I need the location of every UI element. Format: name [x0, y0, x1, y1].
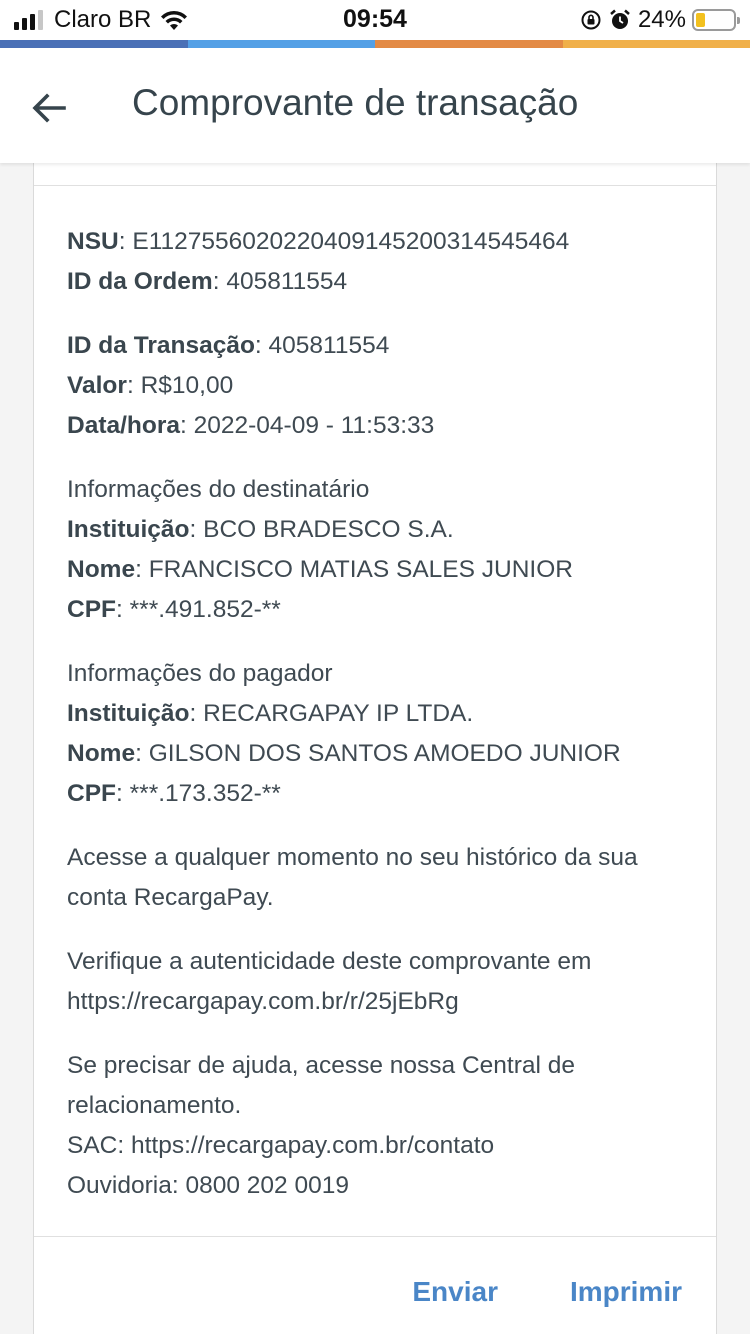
sac-contact[interactable]: SAC: https://recargapay.com.br/contato: [67, 1126, 687, 1166]
nsu-label: NSU: [67, 228, 119, 255]
payer-heading: Informações do pagador: [67, 660, 333, 687]
battery-icon: [692, 9, 740, 31]
order-id-value: 405811554: [226, 268, 348, 295]
payer-name-value: GILSON DOS SANTOS AMOEDO JUNIOR: [148, 740, 621, 767]
transaction-section: ID da Transação: 405811554 Valor: R$10,0…: [67, 326, 687, 446]
transaction-id-value: 405811554: [268, 332, 390, 359]
payer-institution-row: Instituição: RECARGAPAY IP LTDA.: [67, 700, 474, 727]
datetime-label: Data/hora: [67, 412, 181, 439]
value-label: Valor: [67, 372, 127, 399]
battery-fill: [696, 13, 705, 27]
datetime-value: 2022-04-09 - 11:53:33: [193, 412, 435, 439]
recipient-institution-value: BCO BRADESCO S.A.: [203, 516, 454, 543]
recipient-name-label: Nome: [67, 556, 136, 583]
recipient-cpf-row: CPF: ***.491.852-**: [67, 596, 281, 623]
verification-section: Verifique a autenticidade deste comprova…: [67, 942, 687, 1022]
payer-section: Informações do pagador Instituição: RECA…: [67, 654, 687, 814]
divider: [34, 1236, 716, 1237]
recipient-institution-row: Instituição: BCO BRADESCO S.A.: [67, 516, 454, 543]
help-section: Se precisar de ajuda, acesse nossa Centr…: [67, 1046, 687, 1206]
ombudsman-contact[interactable]: Ouvidoria: 0800 202 0019: [67, 1166, 687, 1206]
payer-institution-value: RECARGAPAY IP LTDA.: [203, 700, 474, 727]
send-button[interactable]: Enviar: [412, 1276, 498, 1308]
color-strip-segment: [562, 40, 750, 48]
order-id-label: ID da Ordem: [67, 268, 213, 295]
battery-percentage: 24%: [637, 6, 686, 33]
transaction-id-label: ID da Transação: [67, 332, 255, 359]
brand-color-strip: [0, 40, 750, 48]
alarm-icon: [610, 9, 630, 29]
app-header: Comprovante de transação: [0, 48, 750, 163]
divider: [34, 185, 716, 186]
transaction-id-row: ID da Transação: 405811554: [67, 332, 390, 359]
rotation-lock-icon: [581, 10, 601, 30]
verify-text: Verifique a autenticidade deste comprova…: [67, 948, 592, 975]
nsu-row: NSU: E1127556020220409145200314545464: [67, 228, 570, 255]
identifiers-section: NSU: E1127556020220409145200314545464 ID…: [67, 222, 687, 302]
verify-link[interactable]: https://recargapay.com.br/r/25jEbRg: [67, 982, 687, 1022]
recipient-name-value: FRANCISCO MATIAS SALES JUNIOR: [148, 556, 573, 583]
recipient-name-row: Nome: FRANCISCO MATIAS SALES JUNIOR: [67, 556, 573, 583]
back-button[interactable]: [28, 86, 72, 130]
payer-cpf-value: ***.173.352-**: [129, 780, 281, 807]
history-note: Acesse a qualquer momento no seu históri…: [67, 844, 638, 911]
arrow-left-icon: [32, 93, 66, 123]
color-strip-segment: [375, 40, 563, 48]
help-text: Se precisar de ajuda, acesse nossa Centr…: [67, 1052, 575, 1119]
status-right: 24%: [580, 6, 740, 34]
order-id-row: ID da Ordem: 405811554: [67, 268, 348, 295]
datetime-row: Data/hora: 2022-04-09 - 11:53:33: [67, 412, 435, 439]
recipient-cpf-label: CPF: [67, 596, 116, 623]
recipient-section: Informações do destinatário Instituição:…: [67, 470, 687, 630]
value-amount: R$10,00: [140, 372, 234, 399]
payer-cpf-label: CPF: [67, 780, 116, 807]
print-button[interactable]: Imprimir: [570, 1276, 682, 1308]
payer-institution-label: Instituição: [67, 700, 190, 727]
payer-cpf-row: CPF: ***.173.352-**: [67, 780, 281, 807]
color-strip-segment: [187, 40, 375, 48]
page-title: Comprovante de transação: [132, 82, 579, 123]
recipient-cpf-value: ***.491.852-**: [129, 596, 281, 623]
status-bar: Claro BR 09:54 24%: [0, 0, 750, 40]
recipient-heading: Informações do destinatário: [67, 476, 370, 503]
receipt-card: NSU: E1127556020220409145200314545464 ID…: [33, 150, 717, 1334]
receipt-actions: Enviar Imprimir: [340, 1276, 682, 1308]
nsu-value: E1127556020220409145200314545464: [132, 228, 570, 255]
value-row: Valor: R$10,00: [67, 372, 234, 399]
payer-name-row: Nome: GILSON DOS SANTOS AMOEDO JUNIOR: [67, 740, 621, 767]
payer-name-label: Nome: [67, 740, 136, 767]
receipt-details: NSU: E1127556020220409145200314545464 ID…: [67, 222, 687, 1230]
color-strip-segment: [0, 40, 188, 48]
recipient-institution-label: Instituição: [67, 516, 190, 543]
